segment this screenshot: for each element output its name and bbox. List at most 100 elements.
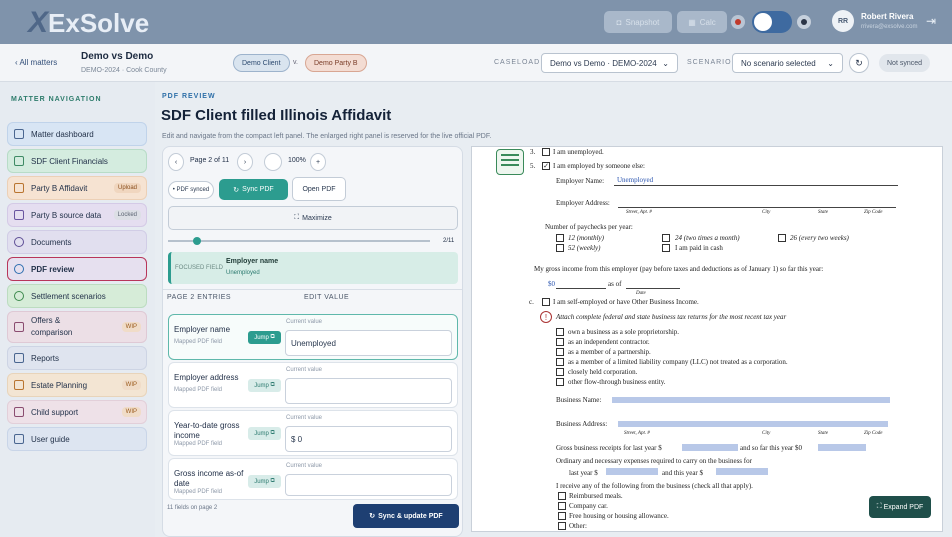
llc-label: as a member of a limited liability compa…: [568, 358, 788, 366]
page-label: Page 2 of 11: [190, 157, 230, 164]
partnership-checkbox[interactable]: [556, 348, 564, 356]
slider-handle[interactable]: [193, 237, 201, 245]
maximize-button[interactable]: ⛶ Maximize: [168, 206, 458, 230]
square-icon: [14, 129, 24, 139]
expand-pdf-button[interactable]: ⛶ Expand PDF: [869, 496, 931, 518]
employer-name-label: Employer Name:: [556, 177, 605, 185]
page-title: SDF Client filled Illinois Affidavit: [161, 107, 392, 124]
jump-button[interactable]: Jump ⧉: [248, 475, 281, 488]
sidebar-item-offers[interactable]: Offers & comparison WIP: [7, 311, 147, 343]
p52-checkbox[interactable]: [556, 244, 564, 252]
zoom-in-button[interactable]: +: [310, 153, 326, 171]
chevron-down-icon: ⌄: [827, 58, 834, 68]
sidebar-item-client-financials[interactable]: SDF Client Financials: [7, 149, 147, 173]
all-matters-link[interactable]: ‹ All matters: [15, 58, 57, 67]
receipts-label: Gross business receipts for last year $: [556, 444, 662, 452]
employed-checkbox[interactable]: ✓: [542, 162, 550, 170]
sidebar-item-pdf-review[interactable]: PDF review: [7, 257, 147, 281]
p24-checkbox[interactable]: [662, 234, 670, 242]
city-hint: City: [762, 210, 771, 215]
other-checkbox[interactable]: [558, 522, 566, 530]
page-slider[interactable]: [168, 240, 430, 242]
chevron-down-icon: ⌄: [662, 58, 669, 68]
entry-row: Employer address Mapped PDF field Jump ⧉…: [168, 362, 458, 408]
p26-label: 26 (every two weeks): [790, 234, 849, 242]
p12-checkbox[interactable]: [556, 234, 564, 242]
street-hint: Street, Apt. #: [626, 210, 652, 215]
housing-checkbox[interactable]: [558, 512, 566, 520]
jump-button[interactable]: Jump ⧉: [248, 331, 281, 344]
sidebar-item-settlement[interactable]: Settlement scenarios: [7, 284, 147, 308]
caseload-select[interactable]: Demo vs Demo · DEMO-2024 ⌄: [541, 53, 678, 73]
pdf-viewer[interactable]: 3. I am unemployed. 5. ✓ I am employed b…: [471, 146, 943, 532]
underline: [612, 397, 890, 403]
next-page-button[interactable]: ›: [237, 153, 253, 171]
fields-count: 11 fields on page 2: [167, 505, 218, 511]
entry-row: Gross income as-of date Mapped PDF field…: [168, 458, 458, 500]
contractor-checkbox[interactable]: [556, 338, 564, 346]
scenario-select[interactable]: No scenario selected ⌄: [732, 53, 843, 73]
meals-checkbox[interactable]: [558, 492, 566, 500]
document-icon: [14, 237, 24, 247]
exsolve-logo[interactable]: X ExSolve: [28, 6, 149, 40]
sidebar-item-documents[interactable]: Documents: [7, 230, 147, 254]
income-date-input[interactable]: [285, 474, 452, 496]
current-value-label: Current value: [286, 463, 323, 469]
self-employed-checkbox[interactable]: [542, 298, 550, 306]
underline: [606, 468, 658, 475]
sidebar-item-reports[interactable]: Reports: [7, 346, 147, 370]
employer-name-input[interactable]: Unemployed: [285, 330, 452, 356]
p26-checkbox[interactable]: [778, 234, 786, 242]
current-value-label: Current value: [286, 367, 323, 373]
jump-button[interactable]: Jump ⧉: [248, 379, 281, 392]
city-hint: City: [762, 431, 771, 436]
upload-tag: Upload: [113, 183, 141, 193]
sole-prop-checkbox[interactable]: [556, 328, 564, 336]
party-b-pill[interactable]: Demo Party B: [305, 54, 367, 72]
unemployed-label: I am unemployed.: [553, 148, 604, 156]
avatar[interactable]: RR: [832, 10, 854, 32]
sync-pdf-button[interactable]: ↻ Sync PDF: [219, 179, 288, 200]
logout-icon[interactable]: ⇥: [926, 14, 940, 28]
gross-income-line: My gross income from this employer (pay …: [534, 265, 824, 273]
ytd-income-input[interactable]: $ 0: [285, 426, 452, 452]
other-label: Other:: [569, 522, 587, 530]
sidebar-item-estate-planning[interactable]: Estate Planning WIP: [7, 373, 147, 397]
zoom-out-button[interactable]: [264, 153, 282, 171]
business-name-label: Business Name:: [556, 396, 602, 404]
flow-through-checkbox[interactable]: [556, 378, 564, 386]
open-pdf-button[interactable]: Open PDF: [292, 177, 346, 201]
wip-tag: WIP: [121, 322, 141, 332]
closely-held-label: closely held corporation.: [568, 368, 638, 376]
current-value-label: Current value: [286, 319, 323, 325]
sync-update-button[interactable]: ↻ Sync & update PDF: [353, 504, 459, 528]
sidebar-item-party-b-source[interactable]: Party B source data Locked: [7, 203, 147, 227]
maximize-icon: ⛶: [294, 214, 300, 221]
sidebar-item-party-b-affidavit[interactable]: Party B Affidavit Upload: [7, 176, 147, 200]
moon-icon[interactable]: [797, 15, 811, 29]
car-checkbox[interactable]: [558, 502, 566, 510]
calc-button[interactable]: ▦ Calc: [677, 11, 727, 33]
cash-checkbox[interactable]: [662, 244, 670, 252]
flow-through-label: other flow-through business entity.: [568, 378, 666, 386]
street-hint: Street, Apt. #: [624, 431, 650, 436]
refresh-icon[interactable]: ↻: [849, 53, 869, 73]
closely-held-checkbox[interactable]: [556, 368, 564, 376]
sidebar-item-child-support[interactable]: Child support WIP: [7, 400, 147, 424]
entries-header: PAGE 2 ENTRIES: [167, 294, 232, 301]
sole-prop-label: own a business as a sole proprietorship.: [568, 328, 680, 336]
cash-label: I am paid in cash: [675, 244, 723, 252]
llc-checkbox[interactable]: [556, 358, 564, 366]
unemployed-checkbox[interactable]: [542, 148, 550, 156]
sidebar-item-user-guide[interactable]: User guide: [7, 427, 147, 451]
theme-toggle[interactable]: [752, 11, 792, 33]
employer-address-input[interactable]: [285, 378, 452, 404]
employed-label: I am employed by someone else:: [553, 162, 645, 170]
prev-page-button[interactable]: ‹: [168, 153, 184, 171]
employer-name-value: Unemployed: [617, 176, 654, 184]
party-a-pill[interactable]: Demo Client: [233, 54, 290, 72]
snapshot-button[interactable]: ◘ Snapshot: [604, 11, 672, 33]
sidebar-item-matter-dashboard[interactable]: Matter dashboard: [7, 122, 147, 146]
jump-button[interactable]: Jump ⧉: [248, 427, 281, 440]
theme-sun-icon[interactable]: [731, 15, 745, 29]
